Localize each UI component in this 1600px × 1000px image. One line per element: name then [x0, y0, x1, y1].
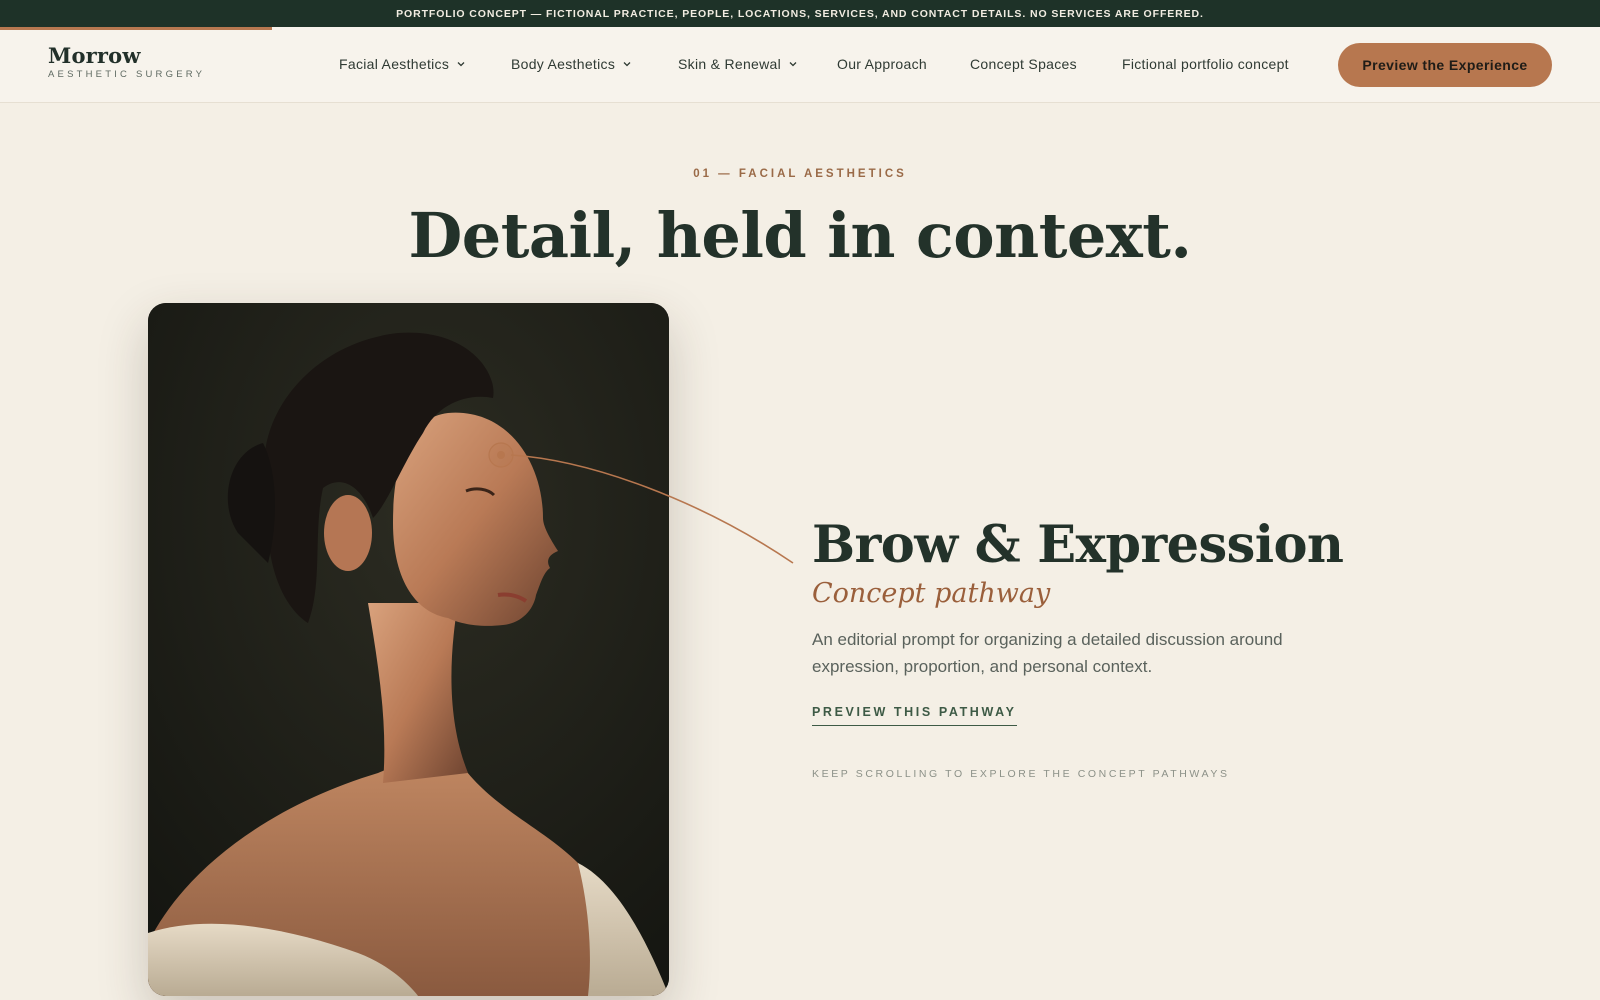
nav-item-label: Facial Aesthetics	[339, 56, 450, 72]
portrait-illustration	[148, 303, 669, 996]
nav-item-facial-aesthetics[interactable]: Facial Aesthetics	[339, 55, 467, 73]
chevron-down-icon	[623, 62, 631, 67]
nav-item-concept-spaces[interactable]: Concept Spaces	[970, 55, 1077, 73]
site-header: Morrow AESTHETIC SURGERY Facial Aestheti…	[0, 27, 1600, 103]
nav-item-label: Concept Spaces	[970, 56, 1077, 72]
preview-experience-button[interactable]: Preview the Experience	[1338, 43, 1552, 87]
nav-item-skin-renewal[interactable]: Skin & Renewal	[678, 55, 799, 73]
feature-description: An editorial prompt for organizing a det…	[812, 630, 1283, 676]
chevron-down-icon	[457, 62, 465, 67]
nav-item-label: Skin & Renewal	[678, 56, 782, 72]
chevron-down-icon	[789, 62, 797, 67]
nav-item-fictional-portfolio-concept[interactable]: Fictional portfolio concept	[1122, 55, 1289, 73]
feature-subtitle: Concept pathway	[812, 578, 1051, 609]
page-title: Detail, held in context.	[408, 199, 1192, 272]
target-dot-icon[interactable]	[488, 442, 514, 468]
scroll-progress-fill	[0, 27, 272, 30]
nav-item-label: Our Approach	[837, 56, 927, 72]
feature-title: Brow & Expression	[812, 515, 1344, 575]
nav-item-our-approach[interactable]: Our Approach	[837, 55, 927, 73]
nav-item-body-aesthetics[interactable]: Body Aesthetics	[511, 55, 633, 73]
section-eyebrow: 01 — FACIAL AESTHETICS	[693, 168, 907, 180]
nav-item-label: Body Aesthetics	[511, 56, 616, 72]
top-disclaimer-banner: PORTFOLIO CONCEPT — FICTIONAL PRACTICE, …	[0, 0, 1600, 27]
nav-item-label: Fictional portfolio concept	[1122, 56, 1289, 72]
preview-pathway-link[interactable]: PREVIEW THIS PATHWAY	[812, 705, 1017, 726]
portrait-image	[148, 303, 669, 996]
scroll-progress-bar	[0, 27, 1600, 30]
scroll-hint: KEEP SCROLLING TO EXPLORE THE CONCEPT PA…	[812, 768, 1230, 780]
banner-text: PORTFOLIO CONCEPT — FICTIONAL PRACTICE, …	[396, 7, 1204, 20]
